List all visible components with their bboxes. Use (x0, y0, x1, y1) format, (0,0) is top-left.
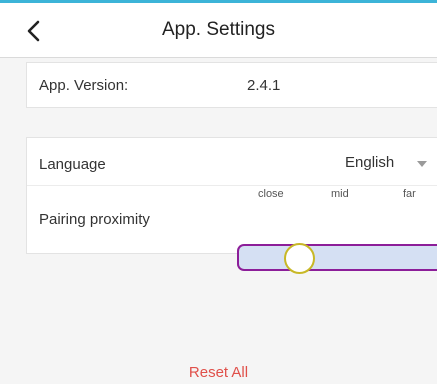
version-value: 2.4.1 (247, 77, 281, 94)
version-label: App. Version: (39, 77, 129, 94)
proximity-slider-knob[interactable] (284, 243, 315, 274)
settings-card: Language English Pairing proximity close… (26, 137, 437, 271)
app-header: App. Settings (0, 3, 437, 58)
language-label: Language (39, 156, 106, 173)
tick-mid: mid (331, 188, 349, 200)
triangle-down-icon (417, 161, 427, 167)
proximity-label: Pairing proximity (39, 211, 150, 228)
language-row[interactable]: Language English (27, 138, 437, 184)
language-value: English (345, 154, 395, 171)
proximity-slider-track[interactable] (237, 244, 437, 271)
tick-far: far (403, 188, 416, 200)
reset-all-button[interactable]: Reset All (0, 364, 437, 381)
row-divider (27, 185, 437, 186)
version-card: App. Version: 2.4.1 (26, 62, 437, 108)
tick-close: close (258, 188, 284, 200)
page-title: App. Settings (161, 19, 276, 40)
